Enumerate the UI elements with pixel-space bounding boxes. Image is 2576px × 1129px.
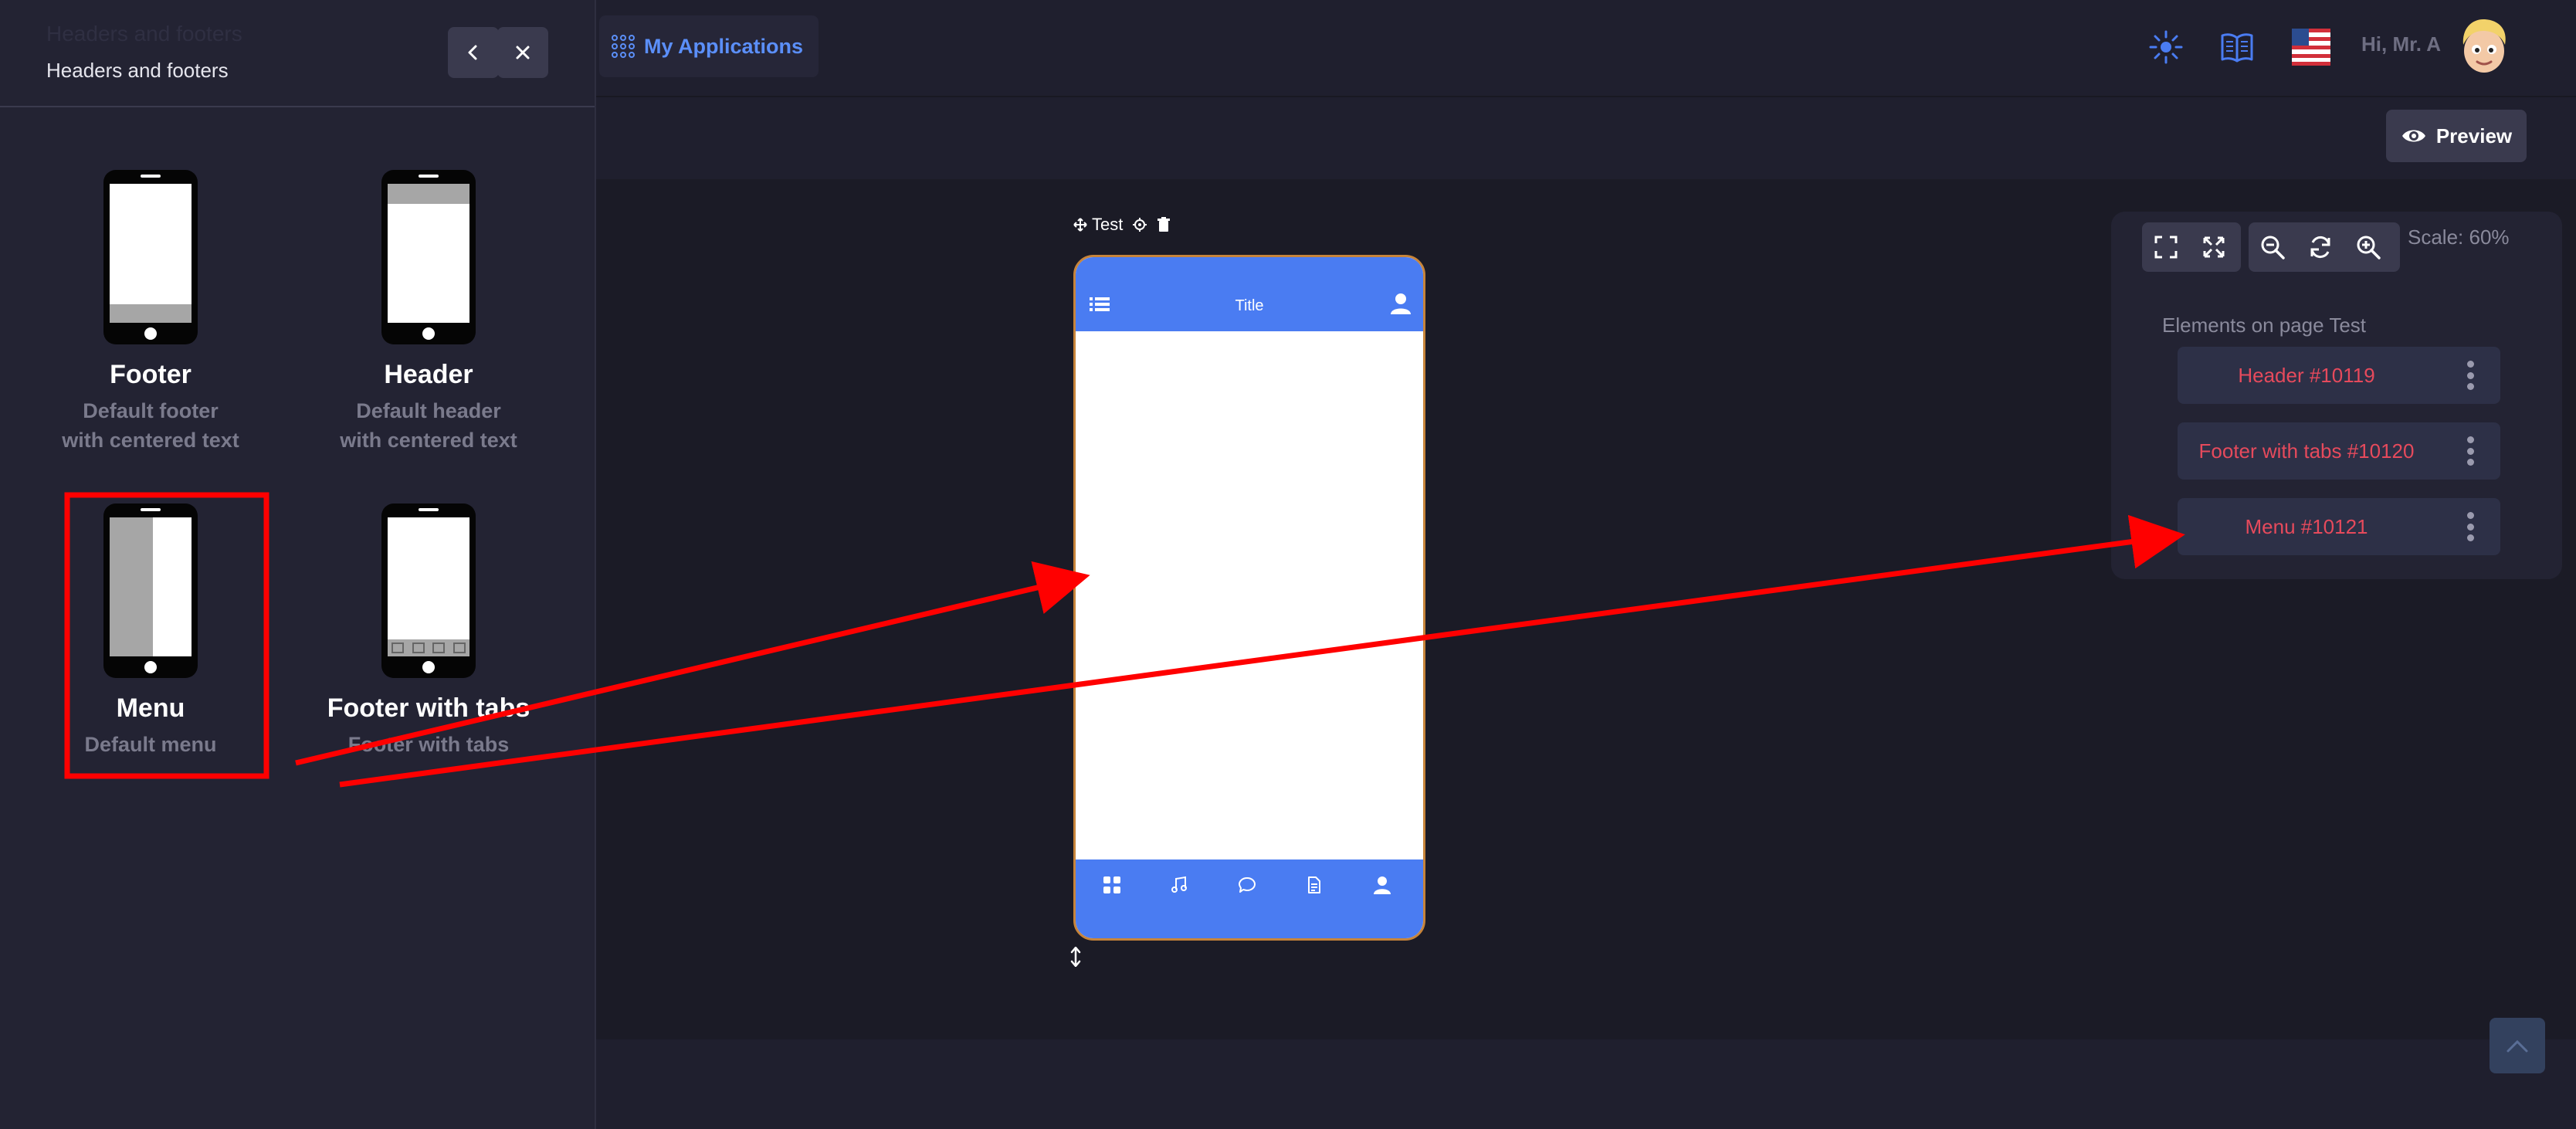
panel-subtitle: Headers and footers: [46, 59, 229, 82]
tab-chat[interactable]: [1235, 873, 1259, 897]
page-name: Test: [1092, 215, 1124, 234]
move-icon: [1073, 218, 1087, 232]
phone-thumbnail: [103, 503, 198, 678]
element-label: Footer with tabs #10120: [2198, 439, 2415, 463]
expand-icon: [2203, 236, 2225, 258]
template-description: Footer with tabs: [347, 733, 510, 756]
element-item-footer-with-tabs[interactable]: Footer with tabs #10120: [2178, 422, 2500, 480]
fullscreen-icon: [2154, 236, 2178, 259]
phone-thumbnail: [381, 503, 476, 678]
template-title: Footer: [110, 360, 192, 389]
editor-toolbar: [596, 96, 2576, 181]
preview-label: Preview: [2435, 124, 2513, 147]
music-icon: [1171, 876, 1187, 893]
tab-grid[interactable]: [1100, 873, 1124, 897]
tab-music[interactable]: [1168, 873, 1191, 897]
docs-button[interactable]: [2216, 26, 2258, 68]
panel-title: Headers and footers: [46, 22, 242, 46]
panel-divider: [0, 106, 595, 107]
page-toolbar: Test: [1073, 215, 1171, 235]
template-title: Footer with tabs: [327, 693, 530, 723]
template-header[interactable]: Header Default header with centered text: [301, 170, 556, 455]
phone-thumbnail: [381, 170, 476, 344]
tab-document[interactable]: [1303, 873, 1326, 897]
template-description: Default header with centered text: [340, 399, 517, 452]
element-label: Menu #10121: [2245, 515, 2368, 538]
settings-sun-icon: [2149, 30, 2183, 64]
trash-icon[interactable]: [1157, 217, 1171, 232]
kebab-icon[interactable]: [2466, 512, 2474, 541]
element-label: Header #10119: [2238, 364, 2375, 387]
theme-toggle-button[interactable]: [2145, 26, 2187, 68]
fullscreen-button[interactable]: [2142, 222, 2190, 272]
grid-icon: [1103, 876, 1120, 893]
preview-header[interactable]: Title: [1076, 257, 1423, 331]
move-page-handle[interactable]: Test: [1073, 215, 1123, 235]
zoom-out-icon: [2261, 236, 2285, 259]
template-description: Default menu: [84, 733, 217, 756]
element-item-header[interactable]: Header #10119: [2178, 347, 2500, 404]
language-button[interactable]: [2290, 26, 2332, 68]
kebab-icon[interactable]: [2466, 361, 2474, 390]
my-applications-button[interactable]: My Applications: [599, 15, 819, 77]
user-greeting: Hi, Mr. A: [2361, 32, 2442, 56]
expand-button[interactable]: [2190, 222, 2238, 272]
preview-footer-tabs[interactable]: [1076, 859, 1423, 938]
user-icon[interactable]: [1391, 293, 1411, 314]
element-item-menu[interactable]: Menu #10121: [2178, 498, 2500, 555]
template-title: Menu: [116, 693, 185, 723]
eye-icon: [2401, 130, 2425, 142]
zoom-in-icon: [2357, 236, 2381, 259]
document-icon: [1308, 876, 1320, 893]
preview-button[interactable]: Preview: [2386, 110, 2527, 162]
avatar[interactable]: [2456, 15, 2513, 74]
close-icon: [516, 46, 530, 59]
template-menu[interactable]: Menu Default menu: [23, 503, 278, 759]
scroll-to-top-button[interactable]: [2490, 1018, 2545, 1073]
template-description: Default footer with centered text: [62, 399, 239, 452]
my-applications-label: My Applications: [644, 34, 804, 58]
chevron-left-icon: [468, 45, 477, 60]
close-button[interactable]: [497, 27, 548, 78]
elements-heading: Elements on page Test: [2162, 314, 2367, 337]
reset-zoom-button[interactable]: [2296, 222, 2344, 272]
resize-handle[interactable]: [1070, 946, 1081, 972]
apps-grid-icon: [612, 35, 635, 58]
gear-icon[interactable]: [1132, 217, 1147, 232]
phone-preview[interactable]: Title: [1073, 255, 1425, 941]
zoom-in-button[interactable]: [2344, 222, 2392, 272]
tab-profile[interactable]: [1371, 873, 1394, 897]
template-title: Header: [384, 360, 473, 389]
book-icon: [2221, 33, 2253, 63]
preview-title: Title: [1235, 297, 1264, 314]
us-flag-icon: [2292, 29, 2330, 66]
phone-thumbnail: [103, 170, 198, 344]
back-button[interactable]: [448, 27, 499, 78]
scale-label: Scale: 60%: [2408, 225, 2510, 249]
kebab-icon[interactable]: [2466, 436, 2474, 466]
template-footer[interactable]: Footer Default footer with centered text: [23, 170, 278, 455]
bottom-bar: [596, 1039, 2576, 1129]
view-tools: [2142, 222, 2241, 272]
zoom-tools: [2249, 222, 2400, 272]
chat-icon: [1239, 877, 1256, 893]
user-icon: [1374, 876, 1391, 894]
zoom-out-button[interactable]: [2249, 222, 2296, 272]
template-footer-with-tabs[interactable]: Footer with tabs Footer with tabs: [301, 503, 556, 759]
top-bar: [596, 0, 2576, 96]
chevron-up-icon: [2507, 1039, 2528, 1053]
refresh-icon: [2310, 236, 2330, 259]
